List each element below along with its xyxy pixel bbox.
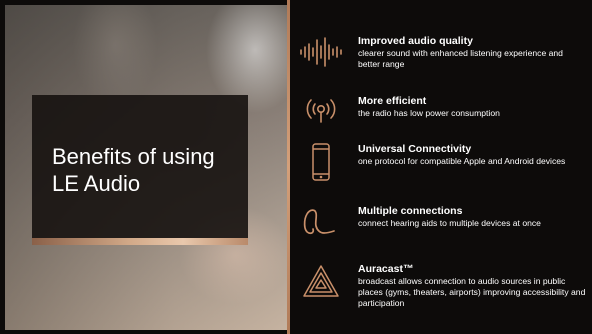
- benefit-heading: Multiple connections: [358, 205, 463, 217]
- benefit-item-audio-quality: Improved audio quality clearer sound wit…: [298, 35, 588, 77]
- title-accent-bar: [32, 238, 248, 245]
- benefit-item-auracast: Auracast™ broadcast allows connection to…: [298, 263, 588, 323]
- benefit-heading: Universal Connectivity: [358, 143, 472, 155]
- benefit-description: the radio has low power consumption: [358, 108, 500, 118]
- hearing-aid-icon: [298, 205, 344, 239]
- audio-waveform-icon: [298, 35, 344, 69]
- benefit-heading: Improved audio quality: [358, 35, 473, 47]
- benefit-item-efficient: More efficient the radio has low power c…: [298, 95, 588, 129]
- benefit-description: connect hearing aids to multiple devices…: [358, 218, 541, 228]
- auracast-icon: [298, 263, 344, 303]
- smartphone-icon: [298, 143, 344, 183]
- benefit-description: one protocol for compatible Apple and An…: [358, 156, 566, 166]
- benefit-heading: Auracast™: [358, 263, 414, 275]
- benefit-description: broadcast allows connection to audio sou…: [358, 276, 586, 308]
- benefit-item-multiple-connections: Multiple connections connect hearing aid…: [298, 205, 588, 249]
- slide: Benefits of using LE Audio Improved audi…: [0, 0, 592, 334]
- benefit-description: clearer sound with enhanced listening ex…: [358, 48, 563, 69]
- slide-title: Benefits of using LE Audio: [52, 144, 215, 196]
- benefit-item-connectivity: Universal Connectivity one protocol for …: [298, 143, 588, 187]
- benefit-heading: More efficient: [358, 95, 427, 107]
- wireless-signal-icon: [298, 95, 344, 129]
- divider-line: [287, 0, 290, 334]
